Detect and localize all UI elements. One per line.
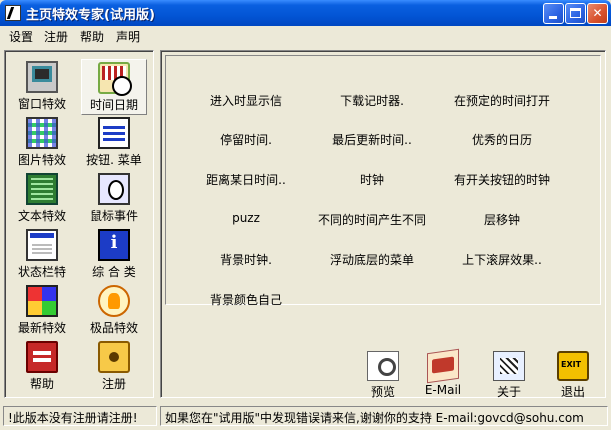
sidebar-item-register[interactable]: 注册 xyxy=(81,339,147,395)
window-title: 主页特效专家(试用版) xyxy=(26,8,155,23)
sidebar-item-general[interactable]: 综 合 类 xyxy=(81,227,147,283)
image-grid-icon xyxy=(26,117,58,149)
exit-button[interactable]: 退出 xyxy=(549,351,597,407)
sidebar-item-help[interactable]: 帮助 xyxy=(9,339,75,395)
preview-label: 预览 xyxy=(370,385,395,399)
title-bar[interactable]: 主页特效专家(试用版) ✕ xyxy=(0,0,611,26)
sidebar-item-label: 图片特效 xyxy=(17,153,66,167)
maximize-icon xyxy=(570,8,581,18)
menu-settings[interactable]: 设置 xyxy=(7,28,35,45)
email-icon xyxy=(427,348,459,384)
preview-button[interactable]: 预览 xyxy=(359,351,407,407)
about-button[interactable]: 关于 xyxy=(485,351,533,407)
effect-item[interactable]: 不同的时间产生不同 xyxy=(318,211,426,228)
sidebar-item-image-effects[interactable]: 图片特效 xyxy=(9,115,75,171)
email-label: E-Mail xyxy=(424,383,462,397)
registration-status: !此版本没有注册请注册! xyxy=(3,406,157,426)
about-label: 关于 xyxy=(496,385,521,399)
preview-icon xyxy=(367,351,399,381)
effect-item[interactable]: 有开关按钮的时钟 xyxy=(454,171,550,188)
effect-item[interactable]: 时钟 xyxy=(360,171,384,188)
close-button[interactable]: ✕ xyxy=(587,3,608,24)
effect-item[interactable]: 进入时显示信 xyxy=(210,92,282,109)
statusbar-icon xyxy=(26,229,58,261)
sidebar-item-buttons-menus[interactable]: 按钮. 菜单 xyxy=(81,115,147,171)
clock-calendar-icon xyxy=(98,62,132,96)
effect-item[interactable]: 在预定的时间打开 xyxy=(454,92,550,109)
effect-item[interactable]: 上下滚屏效果.. xyxy=(462,251,542,268)
premium-icon xyxy=(98,285,130,317)
sidebar-item-label: 按钮. 菜单 xyxy=(86,153,142,167)
sidebar-item-label: 文本特效 xyxy=(17,209,66,223)
minimize-icon xyxy=(549,16,557,19)
sidebar-item-text-effects[interactable]: 文本特效 xyxy=(9,171,75,227)
category-sidebar: 窗口特效 时间日期 图片特效 按钮. 菜单 文本特效 鼠标事件 状态栏特 综 合… xyxy=(4,50,154,398)
effect-item[interactable]: 层移钟 xyxy=(484,211,520,228)
effect-item[interactable]: 下载记时器. xyxy=(340,92,404,109)
about-icon xyxy=(493,351,525,381)
maximize-button[interactable] xyxy=(565,3,586,24)
sidebar-item-statusbar[interactable]: 状态栏特 xyxy=(9,227,75,283)
menu-help[interactable]: 帮助 xyxy=(78,28,106,45)
register-safe-icon xyxy=(98,341,130,373)
monitor-icon xyxy=(26,61,58,93)
effect-item[interactable]: 背景颜色自己 xyxy=(210,291,282,308)
effect-item[interactable]: 背景时钟. xyxy=(220,251,272,268)
effects-list: 进入时显示信 下载记时器. 在预定的时间打开 停留时间. 最后更新时间.. 优秀… xyxy=(165,55,601,308)
close-icon: ✕ xyxy=(592,6,603,20)
effect-item[interactable]: puzz xyxy=(232,211,260,225)
feedback-message: 如果您在"试用版"中发现错误请来信,谢谢你的支持 E-mail:govcd@so… xyxy=(160,406,608,426)
effect-item[interactable]: 停留时间. xyxy=(220,131,272,148)
status-bar: !此版本没有注册请注册! 如果您在"试用版"中发现错误请来信,谢谢你的支持 E-… xyxy=(0,403,611,430)
sidebar-item-label: 帮助 xyxy=(29,377,54,391)
sidebar-item-label: 最新特效 xyxy=(17,321,66,335)
text-icon xyxy=(26,173,58,205)
mouse-icon xyxy=(98,173,130,205)
sidebar-item-label: 窗口特效 xyxy=(17,97,66,111)
exit-label: 退出 xyxy=(560,385,585,399)
sidebar-item-label: 状态栏特 xyxy=(17,265,66,279)
menu-bar: 设置 注册 帮助 声明 xyxy=(0,26,611,46)
new-effects-icon xyxy=(26,285,58,317)
app-icon xyxy=(5,5,21,21)
sidebar-item-label: 鼠标事件 xyxy=(89,209,138,223)
effect-item[interactable]: 距离某日时间.. xyxy=(206,171,286,188)
sidebar-item-label: 时间日期 xyxy=(89,98,138,112)
sidebar-item-label: 综 合 类 xyxy=(92,265,136,279)
sidebar-item-premium-effects[interactable]: 极品特效 xyxy=(81,283,147,339)
sidebar-item-newest-effects[interactable]: 最新特效 xyxy=(9,283,75,339)
sidebar-item-label: 极品特效 xyxy=(89,321,138,335)
info-icon xyxy=(98,229,130,261)
effect-item[interactable]: 浮动底层的菜单 xyxy=(330,251,414,268)
sidebar-item-label: 注册 xyxy=(101,377,126,391)
effect-item[interactable]: 最后更新时间.. xyxy=(332,131,412,148)
effect-item[interactable]: 优秀的日历 xyxy=(472,131,532,148)
exit-icon xyxy=(557,351,589,381)
menu-register[interactable]: 注册 xyxy=(42,28,70,45)
sidebar-item-mouse-events[interactable]: 鼠标事件 xyxy=(81,171,147,227)
sidebar-item-window-effects[interactable]: 窗口特效 xyxy=(9,59,75,115)
minimize-button[interactable] xyxy=(543,3,564,24)
menu-statement[interactable]: 声明 xyxy=(114,28,142,45)
sidebar-item-time-date[interactable]: 时间日期 xyxy=(81,59,147,115)
buttons-menu-icon xyxy=(98,117,130,149)
email-button[interactable]: E-Mail xyxy=(419,348,467,407)
effects-panel: 进入时显示信 下载记时器. 在预定的时间打开 停留时间. 最后更新时间.. 优秀… xyxy=(160,50,606,399)
help-book-icon xyxy=(26,341,58,373)
